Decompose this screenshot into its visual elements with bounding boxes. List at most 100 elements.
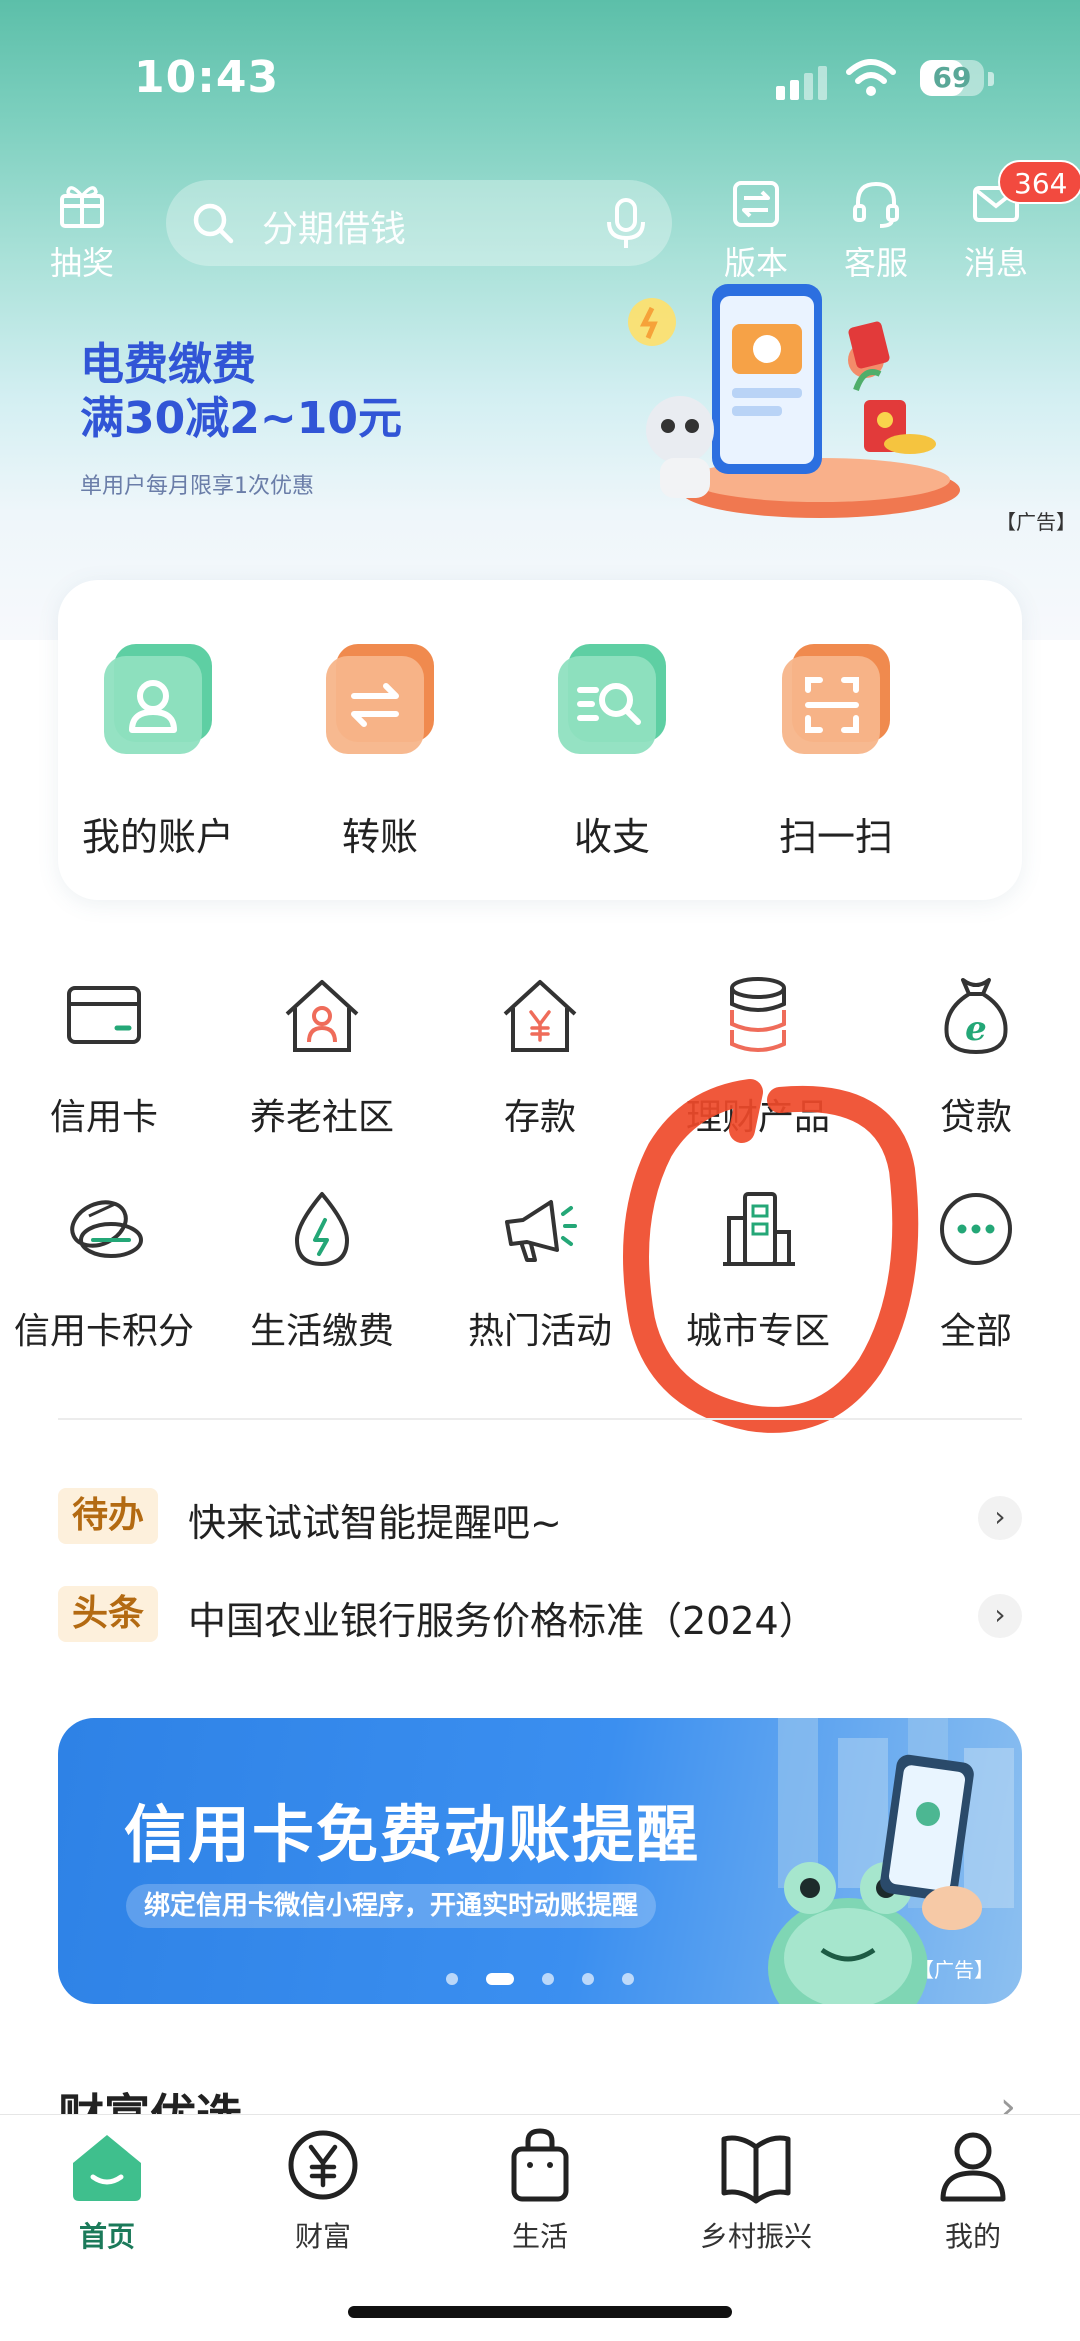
megaphone-icon [505,1200,577,1262]
carousel-dot [582,1972,594,1985]
loan-icon: e [944,978,1008,1055]
grid-item-label: 贷款 [939,1097,1012,1138]
promo-subtitle: 单用户每月限享1次优惠 [80,474,314,499]
search-placeholder: 分期借钱 [262,209,407,250]
chevron-right-icon: › [978,1496,1022,1540]
section-divider [58,1418,1022,1420]
grid-item-utility-payment[interactable]: 生活缴费 [214,1184,430,1354]
account-icon [104,644,212,754]
banner-title: 信用卡免费动账提醒 [124,1798,701,1871]
home-indicator [348,2306,732,2318]
carousel-dot [446,1972,458,1985]
carousel-dot [622,1972,634,1985]
battery-icon: 69 [920,60,984,96]
rural-book-icon [721,2135,791,2204]
income-expense-button[interactable]: 收支 [512,638,712,861]
income-expense-label: 收支 [573,815,650,859]
grid-item-loan[interactable]: e 贷款 [868,970,1080,1140]
banner-ad-tag: 【广告】 [914,1958,994,1982]
grid-item-label: 全部 [939,1311,1012,1352]
main-actions-card: 我的账户 转账 收支 扫一扫 [58,580,1022,900]
tab-label: 生活 [511,2220,568,2253]
battery-tip [988,72,994,86]
grid-item-label: 热门活动 [467,1311,612,1352]
scan-button[interactable]: 扫一扫 [736,638,936,861]
battery-level: 69 [932,61,972,94]
tab-label: 财富 [294,2220,351,2253]
scan-icon [782,644,890,754]
grid-item-label: 理财产品 [685,1097,830,1138]
version-button[interactable]: 版本 [706,178,806,282]
carousel-dot [542,1972,554,1985]
profile-icon [940,2132,1006,2202]
todo-text: 快来试试智能提醒吧~ [188,1501,562,1545]
grid-item-wealth-product[interactable]: 理财产品 [650,970,866,1140]
transfer-icon [326,644,434,754]
tab-label: 首页 [78,2220,135,2253]
customer-service-button[interactable]: 客服 [826,178,926,282]
scan-label: 扫一扫 [778,815,893,859]
transfer-button[interactable]: 转账 [280,638,480,861]
headline-tag: 头条 [58,1586,159,1642]
banner-subtitle: 绑定信用卡微信小程序，开通实时动账提醒 [126,1884,657,1928]
grid-item-label: 生活缴费 [249,1311,394,1352]
grid-item-label: 养老社区 [249,1097,394,1138]
promo-ad-tag: 【广告】 [996,510,1076,534]
todo-tag: 待办 [58,1488,159,1544]
grid-item-hot-activity[interactable]: 热门活动 [432,1184,648,1354]
lottery-button[interactable]: 抽奖 [32,178,132,282]
svg-text:e: e [965,1009,987,1049]
credit-card-banner[interactable]: 信用卡免费动账提醒 绑定信用卡微信小程序，开通实时动账提醒 【广告】 [58,1718,1022,2004]
tab-rural[interactable]: 乡村振兴 [666,2125,846,2255]
grid-item-label: 信用卡积分 [13,1311,194,1352]
grid-item-credit-card[interactable]: 信用卡 [0,970,212,1140]
card-points-icon [70,1200,143,1258]
more-icon [940,1193,1012,1265]
tab-life[interactable]: 生活 [450,2125,630,2255]
tab-wealth[interactable]: 财富 [233,2125,413,2255]
shopping-bag-icon [511,2128,569,2202]
carousel-dot-active [486,1972,514,1985]
my-account-label: 我的账户 [81,815,234,859]
carousel-indicator [446,1968,662,1985]
transfer-label: 转账 [341,815,418,859]
wealth-product-icon [730,977,786,1052]
cellular-signal-icon [776,66,828,100]
headset-icon [853,181,899,228]
grid-item-deposit[interactable]: 存款 [432,970,648,1140]
message-label: 消息 [963,244,1028,282]
status-time: 10:43 [134,52,280,103]
microphone-icon[interactable] [604,196,648,250]
gift-icon [60,186,104,228]
todo-notice[interactable]: 待办 快来试试智能提醒吧~ › [58,1484,1022,1548]
grid-item-label: 信用卡 [49,1097,158,1138]
headline-text: 中国农业银行服务价格标准（2024） [188,1599,817,1643]
grid-item-all[interactable]: 全部 [868,1184,1080,1354]
income-expense-icon [558,644,666,754]
elderly-community-icon [285,980,359,1052]
grid-item-city-zone[interactable]: 城市专区 [650,1184,866,1354]
tab-mine[interactable]: 我的 [883,2125,1063,2255]
wealth-icon [288,2130,358,2200]
search-bar[interactable]: 分期借钱 [166,180,672,266]
wifi-icon [846,59,896,96]
grid-item-label: 城市专区 [685,1311,830,1352]
lottery-label: 抽奖 [49,244,114,282]
credit-card-icon [67,986,141,1044]
promo-illustration [628,284,960,518]
tab-label: 乡村振兴 [699,2220,812,2253]
deposit-icon [503,980,577,1052]
utility-payment-icon [295,1192,349,1266]
grid-item-card-points[interactable]: 信用卡积分 [0,1184,212,1354]
home-icon [73,2135,141,2201]
city-buildings-icon [723,1192,795,1266]
grid-item-label: 存款 [503,1097,576,1138]
grid-item-elderly-community[interactable]: 养老社区 [214,970,430,1140]
chevron-right-icon: › [978,1594,1022,1638]
message-count-badge: 364 [998,160,1080,204]
my-account-button[interactable]: 我的账户 [58,638,258,861]
tab-label: 我的 [944,2220,1001,2253]
search-icon [193,203,234,244]
headline-notice[interactable]: 头条 中国农业银行服务价格标准（2024） › [58,1582,1022,1646]
tab-home[interactable]: 首页 [17,2125,197,2255]
